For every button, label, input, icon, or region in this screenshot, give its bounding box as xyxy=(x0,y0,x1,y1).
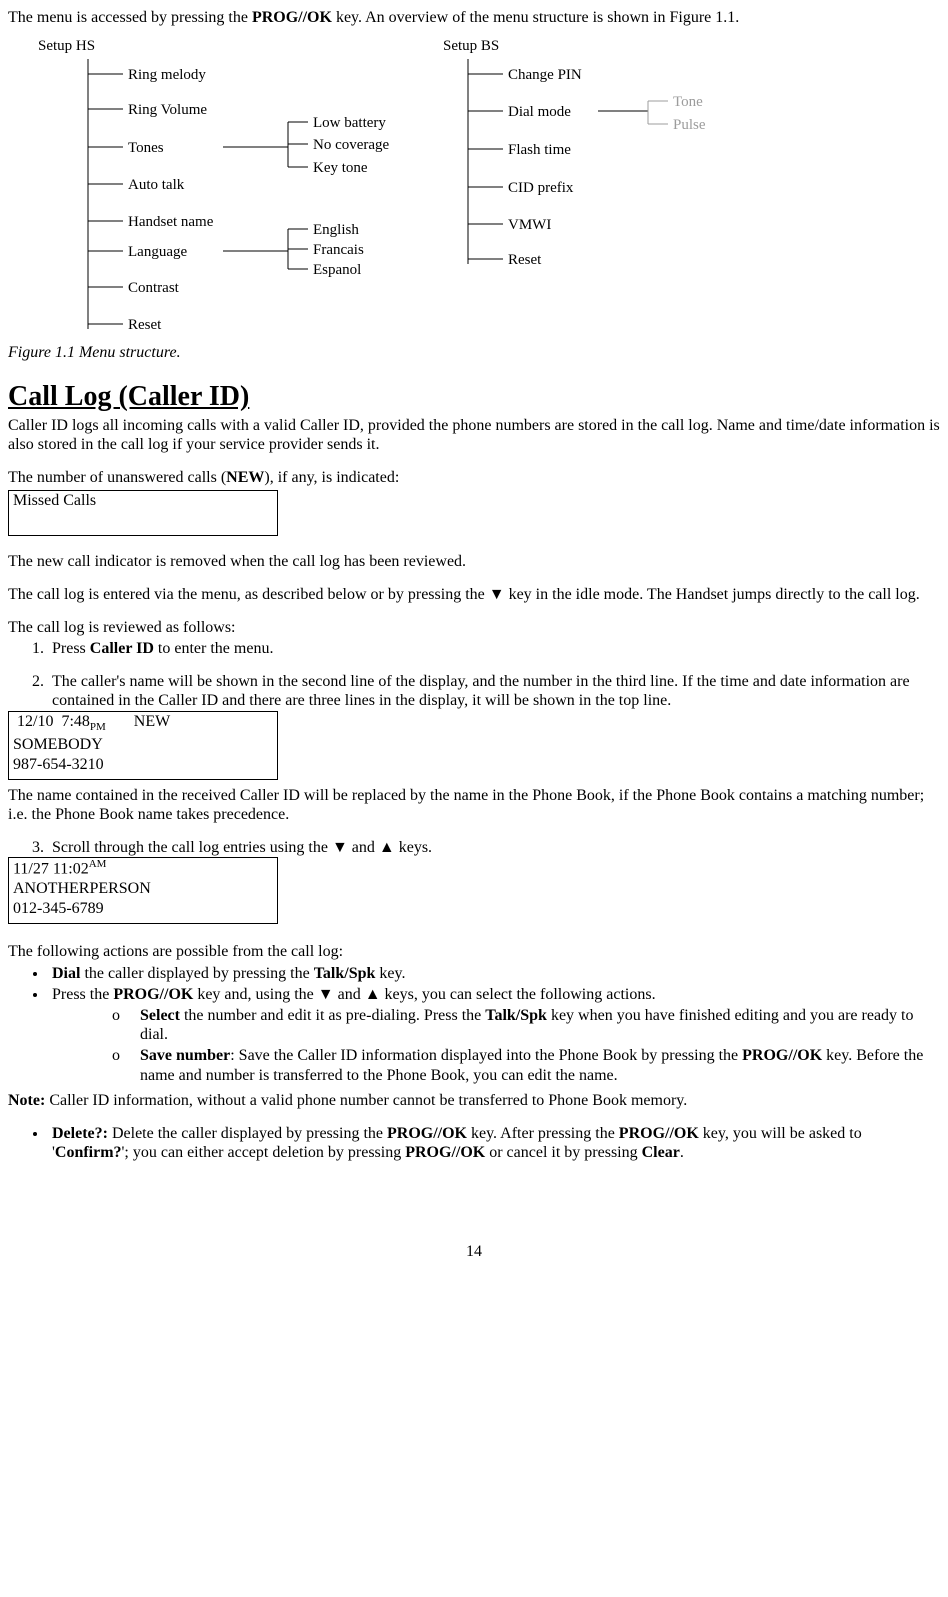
lcd3-line3: 012-345-6789 xyxy=(13,899,273,919)
note: Note: Caller ID information, without a v… xyxy=(8,1091,940,1110)
hs-item-contrast: Contrast xyxy=(128,279,179,297)
tones-sub-no-coverage: No coverage xyxy=(313,136,389,154)
actions-list-2: Delete?: Delete the caller displayed by … xyxy=(8,1124,940,1162)
page-number: 14 xyxy=(8,1242,940,1261)
hs-item-language: Language xyxy=(128,243,187,261)
lcd3-line2: ANOTHERPERSON xyxy=(13,879,273,899)
lang-sub-espanol: Espanol xyxy=(313,261,361,279)
lcd1-line1: Missed Calls xyxy=(13,491,273,511)
steps-list: Press Caller ID to enter the menu. The c… xyxy=(8,639,940,711)
lang-sub-english: English xyxy=(313,221,359,239)
bs-item-cid-prefix: CID prefix xyxy=(508,179,573,197)
intro-paragraph: The menu is accessed by pressing the PRO… xyxy=(8,8,940,27)
lcd-entry-2: 11/27 11:02AM ANOTHERPERSON 012-345-6789 xyxy=(8,857,278,924)
hs-item-ring-volume: Ring Volume xyxy=(128,101,207,119)
bs-item-dial-mode: Dial mode xyxy=(508,103,571,121)
figure-caption: Figure 1.1 Menu structure. xyxy=(8,343,940,362)
p1: Caller ID logs all incoming calls with a… xyxy=(8,416,940,454)
intro-post: key. An overview of the menu structure i… xyxy=(332,9,739,26)
section-title: Call Log (Caller ID) xyxy=(8,380,940,414)
step-3: Scroll through the call log entries usin… xyxy=(48,838,940,857)
hs-item-handset-name: Handset name xyxy=(128,213,213,231)
tones-sub-key-tone: Key tone xyxy=(313,159,368,177)
p4: The call log is entered via the menu, as… xyxy=(8,585,940,604)
p7: The following actions are possible from … xyxy=(8,942,940,961)
p6: The name contained in the received Calle… xyxy=(8,786,940,824)
bs-item-change-pin: Change PIN xyxy=(508,66,582,84)
steps-list-2: Scroll through the call log entries usin… xyxy=(8,838,940,857)
hs-item-ring-melody: Ring melody xyxy=(128,66,206,84)
tones-sub-low-battery: Low battery xyxy=(313,114,386,132)
actions-list: Dial the caller displayed by pressing th… xyxy=(8,964,940,1085)
lcd-entry-new: 12/10 7:48PM NEW SOMEBODY 987-654-3210 xyxy=(8,711,278,780)
action-dial: Dial the caller displayed by pressing th… xyxy=(48,964,940,983)
subactions: o Select the number and edit it as pre-d… xyxy=(112,1006,940,1085)
lcd2-line2: SOMEBODY xyxy=(13,735,273,755)
hs-item-tones: Tones xyxy=(128,139,164,157)
bs-item-reset: Reset xyxy=(508,251,541,269)
p5: The call log is reviewed as follows: xyxy=(8,618,940,637)
p2: The number of unanswered calls (NEW), if… xyxy=(8,468,940,487)
menu-structure-diagram: Setup HS Setup BS Ring melody Ring Volum… xyxy=(8,29,938,339)
bs-item-flash-time: Flash time xyxy=(508,141,571,159)
bs-item-vmwi: VMWI xyxy=(508,216,551,234)
subaction-select: o Select the number and edit it as pre-d… xyxy=(112,1006,940,1044)
step-2: The caller's name will be shown in the s… xyxy=(48,672,940,710)
action-prog-ok: Press the PROG//OK key and, using the ▼ … xyxy=(48,985,940,1085)
action-delete: Delete?: Delete the caller displayed by … xyxy=(48,1124,940,1162)
lcd3-line1: 11/27 11:02AM xyxy=(13,858,273,879)
p3: The new call indicator is removed when t… xyxy=(8,552,940,571)
dial-sub-tone: Tone xyxy=(673,93,703,111)
lang-sub-francais: Francais xyxy=(313,241,364,259)
hs-item-reset: Reset xyxy=(128,316,161,334)
lcd2-line1: 12/10 7:48PM NEW xyxy=(13,712,273,735)
hs-item-auto-talk: Auto talk xyxy=(128,176,184,194)
step-1: Press Caller ID to enter the menu. xyxy=(48,639,940,658)
subaction-save: o Save number: Save the Caller ID inform… xyxy=(112,1046,940,1084)
lcd2-line3: 987-654-3210 xyxy=(13,755,273,775)
lcd-missed-calls: Missed Calls xyxy=(8,490,278,536)
hs-title: Setup HS xyxy=(38,37,95,55)
dial-sub-pulse: Pulse xyxy=(673,116,706,134)
bs-title: Setup BS xyxy=(443,37,499,55)
intro-pre: The menu is accessed by pressing the xyxy=(8,9,252,26)
intro-key: PROG//OK xyxy=(252,9,332,26)
